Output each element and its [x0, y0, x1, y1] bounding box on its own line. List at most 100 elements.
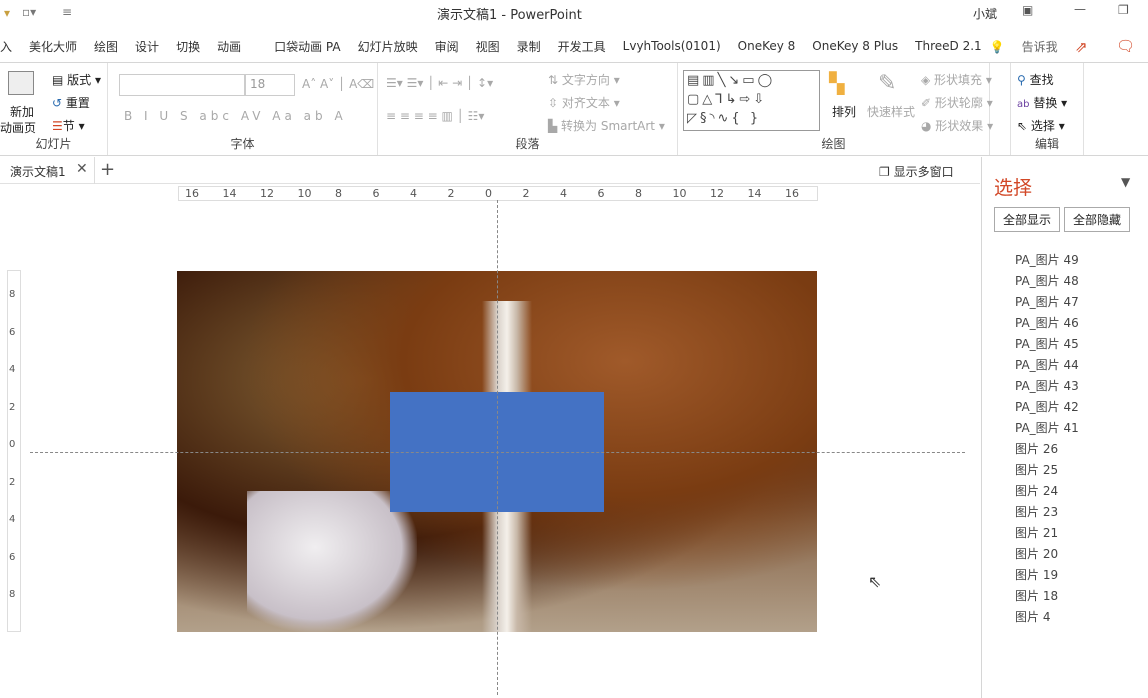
font-grow-shrink-icons[interactable]: A˄ A˅ │ A⌫ [302, 77, 374, 91]
group-label: 幻灯片 [35, 137, 72, 151]
tab-onekey8plus[interactable]: OneKey 8 Plus [812, 39, 898, 53]
section-button[interactable]: ☰节 ▾ [52, 117, 85, 134]
shape-fill-button[interactable]: ◈ 形状填充 ▾ [921, 71, 992, 88]
selection-list-item[interactable]: PA_图片 47 [1015, 293, 1079, 310]
tab-threed[interactable]: ThreeD 2.1 [915, 39, 982, 53]
text-direction-button[interactable]: ⇅ 文字方向 ▾ [548, 71, 620, 88]
tab-pocket-animation[interactable]: 口袋动画 PA [274, 38, 341, 55]
undo-icon[interactable]: ▾ [4, 6, 10, 20]
selection-list-item[interactable]: PA_图片 42 [1015, 398, 1079, 415]
reset-button[interactable]: ↺ 重置 [52, 94, 90, 111]
selection-list-item[interactable]: PA_图片 41 [1015, 419, 1079, 436]
fallen-king-piece [247, 491, 417, 632]
selection-list-item[interactable]: 图片 19 [1015, 566, 1058, 583]
pane-title: 选择 [994, 177, 1033, 199]
ruler-tick-label: 16 [785, 187, 799, 200]
shape-effects-button[interactable]: ◕ 形状效果 ▾ [921, 117, 993, 134]
doc-tab[interactable]: 演示文稿1 ✕ [0, 157, 95, 184]
tab-view[interactable]: 视图 [476, 38, 500, 55]
new-slide-button[interactable]: 新加 [10, 103, 34, 120]
selection-list-item[interactable]: PA_图片 44 [1015, 356, 1079, 373]
shape-outline-button[interactable]: ✐ 形状轮廓 ▾ [921, 94, 993, 111]
layout-button[interactable]: ▤ 版式 ▾ [52, 71, 101, 88]
shapes-gallery[interactable]: ▤▥╲↘▭◯ ▢△⅂↳⇨⇩ ◸§◝∿{ } [683, 70, 820, 131]
align-text-button[interactable]: ⇳ 对齐文本 ▾ [548, 94, 620, 111]
selection-list-item[interactable]: PA_图片 48 [1015, 272, 1079, 289]
font-format-buttons[interactable]: B I U S abc AV Aa ab A [124, 109, 347, 123]
show-all-button[interactable]: 全部显示 [994, 207, 1061, 232]
replace-button[interactable]: ab 替换 ▾ [1017, 94, 1067, 111]
selection-list-item[interactable]: 图片 4 [1015, 608, 1050, 625]
tab-lvyhtools[interactable]: LvyhTools(0101) [623, 39, 721, 53]
tab-draw[interactable]: 绘图 [94, 38, 118, 55]
smartart-button[interactable]: ▙ 转换为 SmartArt ▾ [548, 117, 665, 134]
hide-all-button[interactable]: 全部隐藏 [1064, 207, 1131, 232]
selection-list-item[interactable]: 图片 26 [1015, 440, 1058, 457]
group-slides: 新加 动画页 ▤ 版式 ▾ ↺ 重置 ☰节 ▾ 幻灯片 [0, 63, 108, 155]
tab-insert[interactable]: 入 [0, 38, 12, 55]
find-button[interactable]: ⚲ 查找 [1017, 71, 1054, 88]
selection-list-item[interactable]: 图片 21 [1015, 524, 1058, 541]
ruler-tick-label: 6 [597, 187, 605, 200]
close-icon[interactable]: ✕ [76, 161, 88, 177]
document-tabs: 演示文稿1 ✕ + ❐ 显示多窗口 [0, 157, 980, 184]
pane-options-icon[interactable]: ▼ [1121, 175, 1130, 189]
tab-transitions[interactable]: 切换 [176, 38, 200, 55]
selection-list-item[interactable]: PA_图片 46 [1015, 314, 1079, 331]
ruler-tick-label: 8 [335, 187, 342, 200]
selection-list-item[interactable]: 图片 20 [1015, 545, 1058, 562]
new-tab-icon[interactable]: + [100, 159, 115, 180]
ruler-tick-label: 8 [9, 289, 16, 300]
comments-icon[interactable]: 🗨 [1116, 37, 1135, 55]
tab-onekey8[interactable]: OneKey 8 [738, 39, 796, 53]
restore-icon[interactable]: ❐ [1118, 3, 1129, 17]
align-buttons[interactable]: ≡ ≡ ≡ ≡ ▥ │ ☷▾ [386, 109, 484, 123]
ruler-tick-label: 6 [372, 187, 380, 200]
share-icon[interactable]: ⇗ [1075, 38, 1088, 56]
selection-list-item[interactable]: 图片 23 [1015, 503, 1058, 520]
ruler-tick-label: 2 [9, 476, 16, 488]
font-name-input[interactable] [119, 74, 245, 96]
mouse-cursor-icon: ⇖ [868, 572, 882, 591]
qat-more-icon[interactable]: ≡ [62, 5, 72, 19]
select-button[interactable]: ⇖ 选择 ▾ [1017, 117, 1065, 134]
minimize-icon[interactable]: — [1074, 2, 1086, 16]
tab-developer[interactable]: 开发工具 [558, 38, 606, 55]
tell-me[interactable]: 💡 告诉我 [990, 38, 1075, 55]
font-size-input[interactable]: 18 [245, 74, 295, 96]
list-buttons[interactable]: ☰▾ ☰▾ │ ⇤ ⇥ │ ↕▾ [386, 76, 493, 90]
selection-list-item[interactable]: 图片 25 [1015, 461, 1058, 478]
tab-design[interactable]: 设计 [135, 38, 159, 55]
arrange-button[interactable]: 排列 [832, 103, 856, 120]
vertical-ruler[interactable]: 8 6 4 2 0 2 4 6 8 [7, 270, 21, 632]
vertical-guide[interactable] [497, 200, 498, 695]
new-slide-button-2[interactable]: 动画页 [0, 119, 36, 136]
selection-list-item[interactable]: PA_图片 43 [1015, 377, 1079, 394]
horizontal-guide[interactable] [30, 452, 965, 453]
tab-slideshow[interactable]: 幻灯片放映 [358, 38, 418, 55]
tab-record[interactable]: 录制 [517, 38, 541, 55]
ruler-tick-label: 4 [9, 514, 16, 525]
group-label: 段落 [515, 137, 540, 151]
quick-styles-icon: ✎ [878, 71, 897, 96]
group-font: 18 A˄ A˅ │ A⌫ B I U S abc AV Aa ab A 字体 [108, 63, 378, 155]
multi-window-button[interactable]: ❐ 显示多窗口 [879, 163, 954, 180]
selection-list-item[interactable]: 图片 18 [1015, 587, 1058, 604]
quick-styles-button[interactable]: 快速样式 [867, 103, 915, 120]
ruler-tick-label: 6 [9, 326, 16, 338]
horizontal-ruler[interactable]: 16 14 12 10 8 6 4 2 0 2 4 6 8 10 12 14 16 [178, 186, 818, 201]
ruler-tick-label: 8 [635, 187, 642, 200]
customize-icon[interactable]: ▫▾ [22, 5, 36, 19]
user-name[interactable]: 小斌 [973, 5, 997, 22]
selection-list-item[interactable]: PA_图片 45 [1015, 335, 1079, 352]
selection-list-item[interactable]: PA_图片 49 [1015, 251, 1079, 268]
group-editing: ⚲ 查找 ab 替换 ▾ ⇖ 选择 ▾ 编辑 [1010, 63, 1084, 155]
tab-meihua[interactable]: 美化大师 [29, 38, 77, 55]
tab-animations[interactable]: 动画 [217, 38, 241, 55]
ribbon-display-icon[interactable]: ▣ [1022, 3, 1033, 17]
ruler-tick-label: 2 [9, 401, 16, 413]
tab-review[interactable]: 审阅 [435, 38, 459, 55]
group-drawing: ▤▥╲↘▭◯ ▢△⅂↳⇨⇩ ◸§◝∿{ } ▚ 排列 ✎ 快速样式 ◈ 形状填充 ▾… [678, 63, 993, 155]
ruler-tick-label: 2 [447, 187, 455, 200]
selection-list-item[interactable]: 图片 24 [1015, 482, 1058, 499]
